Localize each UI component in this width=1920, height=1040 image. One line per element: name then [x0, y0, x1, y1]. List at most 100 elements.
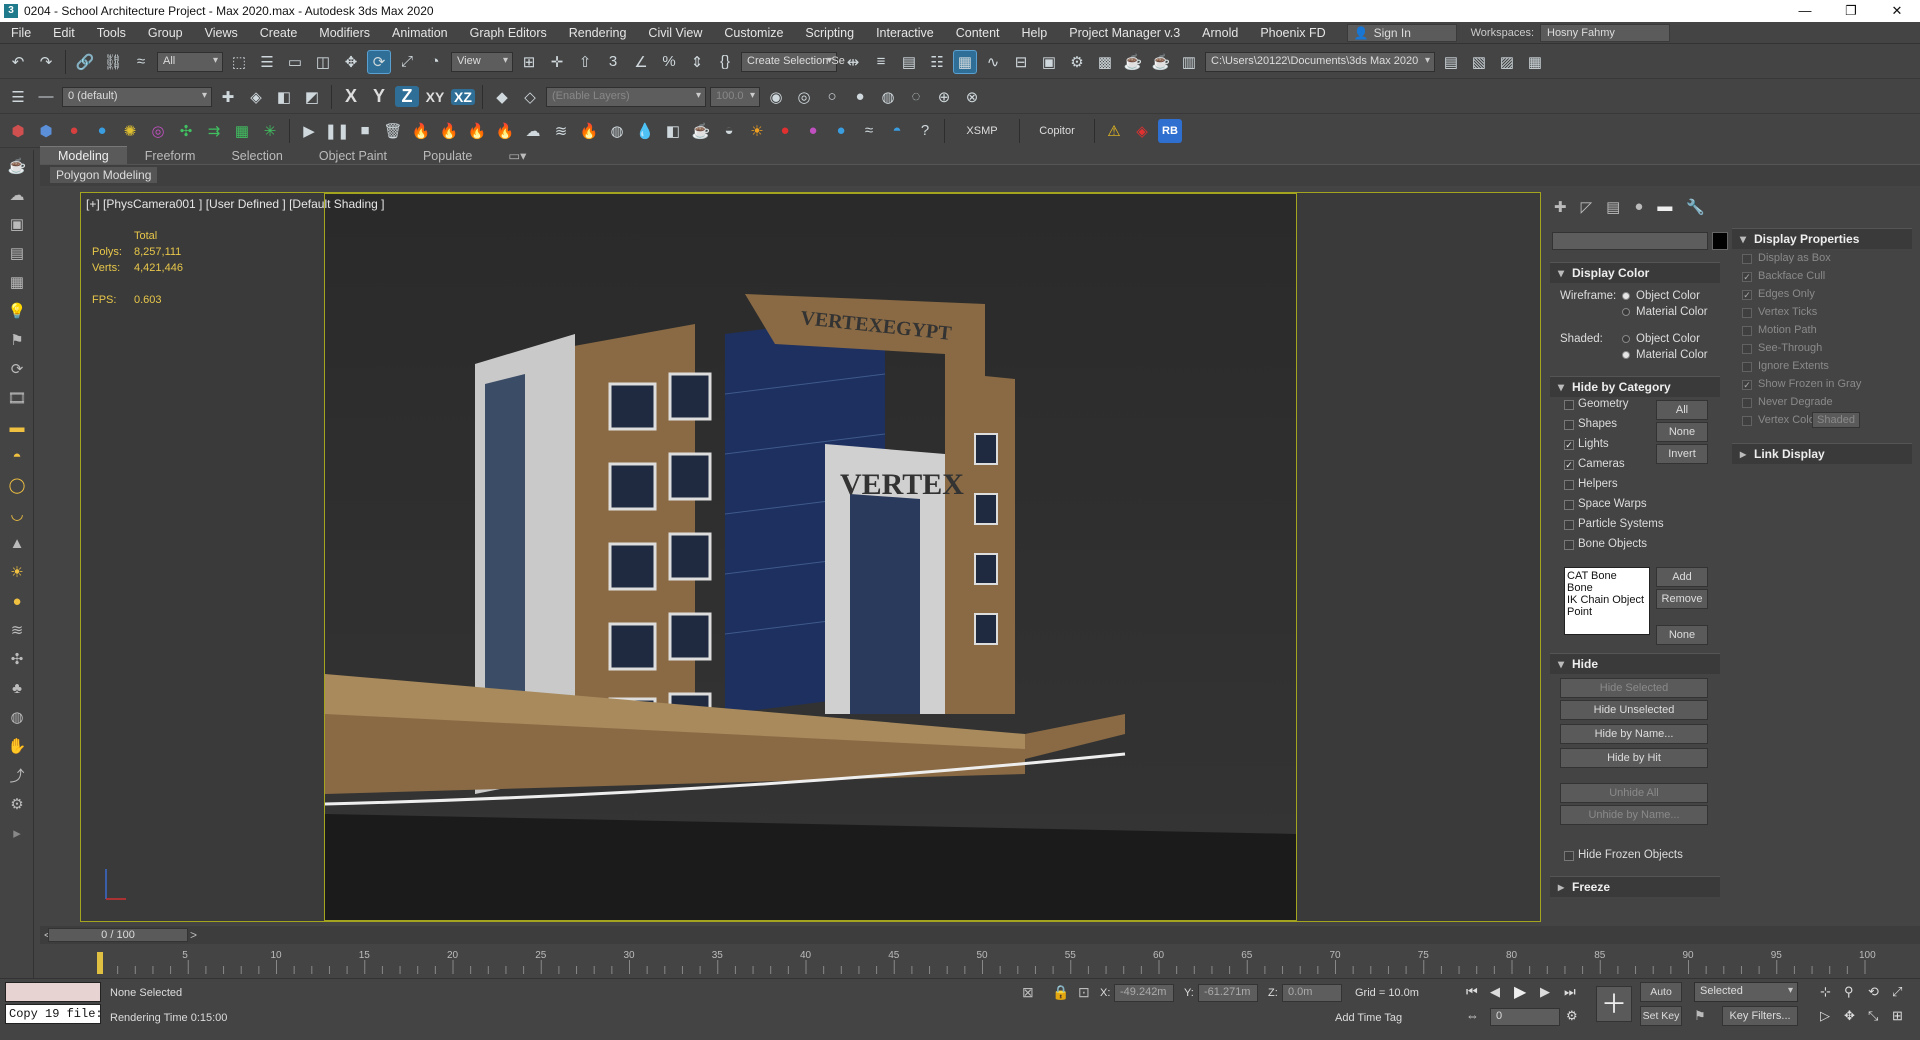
- blue-ball-icon[interactable]: ●: [829, 119, 853, 143]
- align-icon[interactable]: ≡: [869, 50, 893, 74]
- water-drop-icon[interactable]: ●: [90, 119, 114, 143]
- category-invert-button[interactable]: Invert: [1656, 444, 1708, 464]
- phoenix-fire4-icon[interactable]: 🔥: [493, 119, 517, 143]
- category-add-button[interactable]: Add: [1656, 567, 1708, 587]
- menu-customize[interactable]: Customize: [713, 26, 794, 40]
- display-property-checkbox[interactable]: [1742, 254, 1752, 264]
- category-checkbox[interactable]: [1564, 500, 1574, 510]
- time-next-button[interactable]: >: [190, 928, 197, 942]
- copitor-button[interactable]: Copitor: [1027, 125, 1087, 137]
- curve-editor-icon[interactable]: ∿: [981, 50, 1005, 74]
- hierarchy-tab-icon[interactable]: ▤: [1606, 198, 1620, 216]
- key-mode-icon[interactable]: ⇔: [1466, 1008, 1479, 1023]
- current-layer-dropdown[interactable]: 0 (default): [62, 86, 212, 107]
- disc-light-icon[interactable]: ●: [3, 588, 31, 614]
- phoenix-fire2-icon[interactable]: 🔥: [437, 119, 461, 143]
- object-name-field[interactable]: [1552, 232, 1708, 250]
- pause-icon[interactable]: ❚❚: [324, 119, 349, 143]
- brush-preset6-icon[interactable]: ◌: [904, 85, 928, 109]
- category-checkbox[interactable]: ✓: [1564, 460, 1574, 470]
- rb-button[interactable]: RB: [1158, 118, 1182, 143]
- project-set-icon[interactable]: ▧: [1467, 50, 1491, 74]
- close-button[interactable]: ✕: [1874, 3, 1920, 19]
- menu-views[interactable]: Views: [194, 26, 249, 40]
- edit-named-sets-icon[interactable]: {}: [713, 50, 737, 74]
- fire-icon[interactable]: ●: [62, 119, 86, 143]
- play-icon[interactable]: ▶: [297, 119, 321, 143]
- expand-arrow-icon[interactable]: ▸: [3, 820, 31, 846]
- axis-y-button[interactable]: Y: [367, 86, 391, 107]
- create-tab-icon[interactable]: ✚: [1554, 198, 1567, 216]
- display-property-checkbox[interactable]: [1742, 362, 1752, 372]
- select-object-icon[interactable]: ⬚: [227, 50, 251, 74]
- link-display-rollout[interactable]: Link Display: [1732, 443, 1912, 464]
- table-icon[interactable]: ▦: [3, 269, 31, 295]
- help-icon[interactable]: ?: [913, 119, 937, 143]
- freeze-rollout[interactable]: Freeze: [1550, 876, 1720, 897]
- bind-spacewarp-icon[interactable]: ≈: [129, 50, 153, 74]
- display-properties-rollout[interactable]: Display Properties: [1732, 228, 1912, 249]
- set-current-layer-icon[interactable]: ◩: [300, 85, 324, 109]
- vertex-colors-shaded-button[interactable]: Shaded: [1812, 412, 1860, 428]
- tab-populate[interactable]: Populate: [405, 147, 490, 164]
- sun-light-icon[interactable]: ☀: [3, 559, 31, 585]
- hide-by-name-button[interactable]: Hide by Name...: [1560, 724, 1708, 744]
- category-checkbox[interactable]: ✓: [1564, 440, 1574, 450]
- angle-snap-icon[interactable]: ∠: [629, 50, 653, 74]
- script-icon[interactable]: ◈: [1130, 119, 1154, 143]
- set-key-button[interactable]: Set Key: [1640, 1006, 1682, 1026]
- ocean-icon[interactable]: ≈: [857, 119, 881, 143]
- pivot-center-icon[interactable]: ⊞: [517, 50, 541, 74]
- enable-layers-dropdown[interactable]: (Enable Layers): [546, 86, 706, 107]
- hide-rollout[interactable]: Hide: [1550, 653, 1720, 674]
- tree-icon[interactable]: ♣: [3, 675, 31, 701]
- bulb-icon[interactable]: 💡: [3, 298, 31, 324]
- object-color-swatch[interactable]: [1712, 232, 1728, 250]
- scatter-tool-icon[interactable]: ✣: [3, 646, 31, 672]
- sphere-icon[interactable]: ◎: [146, 119, 170, 143]
- refresh-icon[interactable]: ⟳: [3, 356, 31, 382]
- viewport-label[interactable]: [+] [PhysCamera001 ] [User Defined ] [De…: [86, 197, 385, 211]
- category-remove-button[interactable]: Remove: [1656, 589, 1708, 609]
- menu-animation[interactable]: Animation: [381, 26, 459, 40]
- field-of-view-icon[interactable]: ▷: [1820, 1008, 1830, 1024]
- viewport-perspective[interactable]: VERTEX VERTEXEGYPT: [80, 192, 1541, 922]
- light-icon[interactable]: ✺: [118, 119, 142, 143]
- menu-modifiers[interactable]: Modifiers: [308, 26, 381, 40]
- sphere-light-icon[interactable]: ◯: [3, 472, 31, 498]
- sign-in-dropdown[interactable]: 👤 Sign In: [1346, 23, 1457, 42]
- menu-help[interactable]: Help: [1011, 26, 1059, 40]
- unlink-icon[interactable]: ⛓: [101, 50, 125, 74]
- axis-z-button[interactable]: Z: [395, 86, 419, 107]
- goto-end-icon[interactable]: ⏭: [1564, 984, 1576, 1000]
- redo-icon[interactable]: ↷: [34, 50, 58, 74]
- menu-group[interactable]: Group: [137, 26, 194, 40]
- ribbon-options-icon[interactable]: ▭▾: [490, 146, 544, 164]
- place-icon[interactable]: ◔: [423, 50, 447, 74]
- minimize-button[interactable]: —: [1782, 3, 1828, 19]
- layer-explorer-icon[interactable]: ☷: [925, 50, 949, 74]
- link-icon[interactable]: 🔗: [73, 50, 97, 74]
- document-icon[interactable]: ▤: [3, 240, 31, 266]
- state-set-icon[interactable]: ◆: [490, 85, 514, 109]
- display-color-rollout[interactable]: Display Color: [1550, 262, 1720, 283]
- hide-unselected-button[interactable]: Hide Unselected: [1560, 700, 1708, 720]
- bowl-light-icon[interactable]: ◡: [3, 501, 31, 527]
- display-property-checkbox[interactable]: [1742, 344, 1752, 354]
- picture-icon[interactable]: ▣: [3, 211, 31, 237]
- keyboard-shortcut-icon[interactable]: ⇧: [573, 50, 597, 74]
- schematic-view-icon[interactable]: ⊟: [1009, 50, 1033, 74]
- menu-rendering[interactable]: Rendering: [558, 26, 638, 40]
- layer-visibility-icon[interactable]: —: [34, 85, 58, 109]
- ref-coord-dropdown[interactable]: View: [451, 51, 513, 72]
- project-path-dropdown[interactable]: C:\Users\20122\Documents\3ds Max 2020: [1205, 51, 1435, 72]
- shaded-object-color-radio[interactable]: [1622, 335, 1630, 343]
- y-coordinate-field[interactable]: -61.271m: [1198, 984, 1258, 1002]
- menu-content[interactable]: Content: [945, 26, 1011, 40]
- polygon-modeling-panel[interactable]: Polygon Modeling: [50, 167, 158, 183]
- modify-tab-icon[interactable]: ◸: [1581, 198, 1593, 216]
- axis-xz-button[interactable]: XZ: [451, 88, 475, 105]
- tab-freeform[interactable]: Freeform: [127, 147, 214, 164]
- display-property-checkbox[interactable]: [1742, 416, 1752, 426]
- stop-icon[interactable]: ■: [353, 119, 377, 143]
